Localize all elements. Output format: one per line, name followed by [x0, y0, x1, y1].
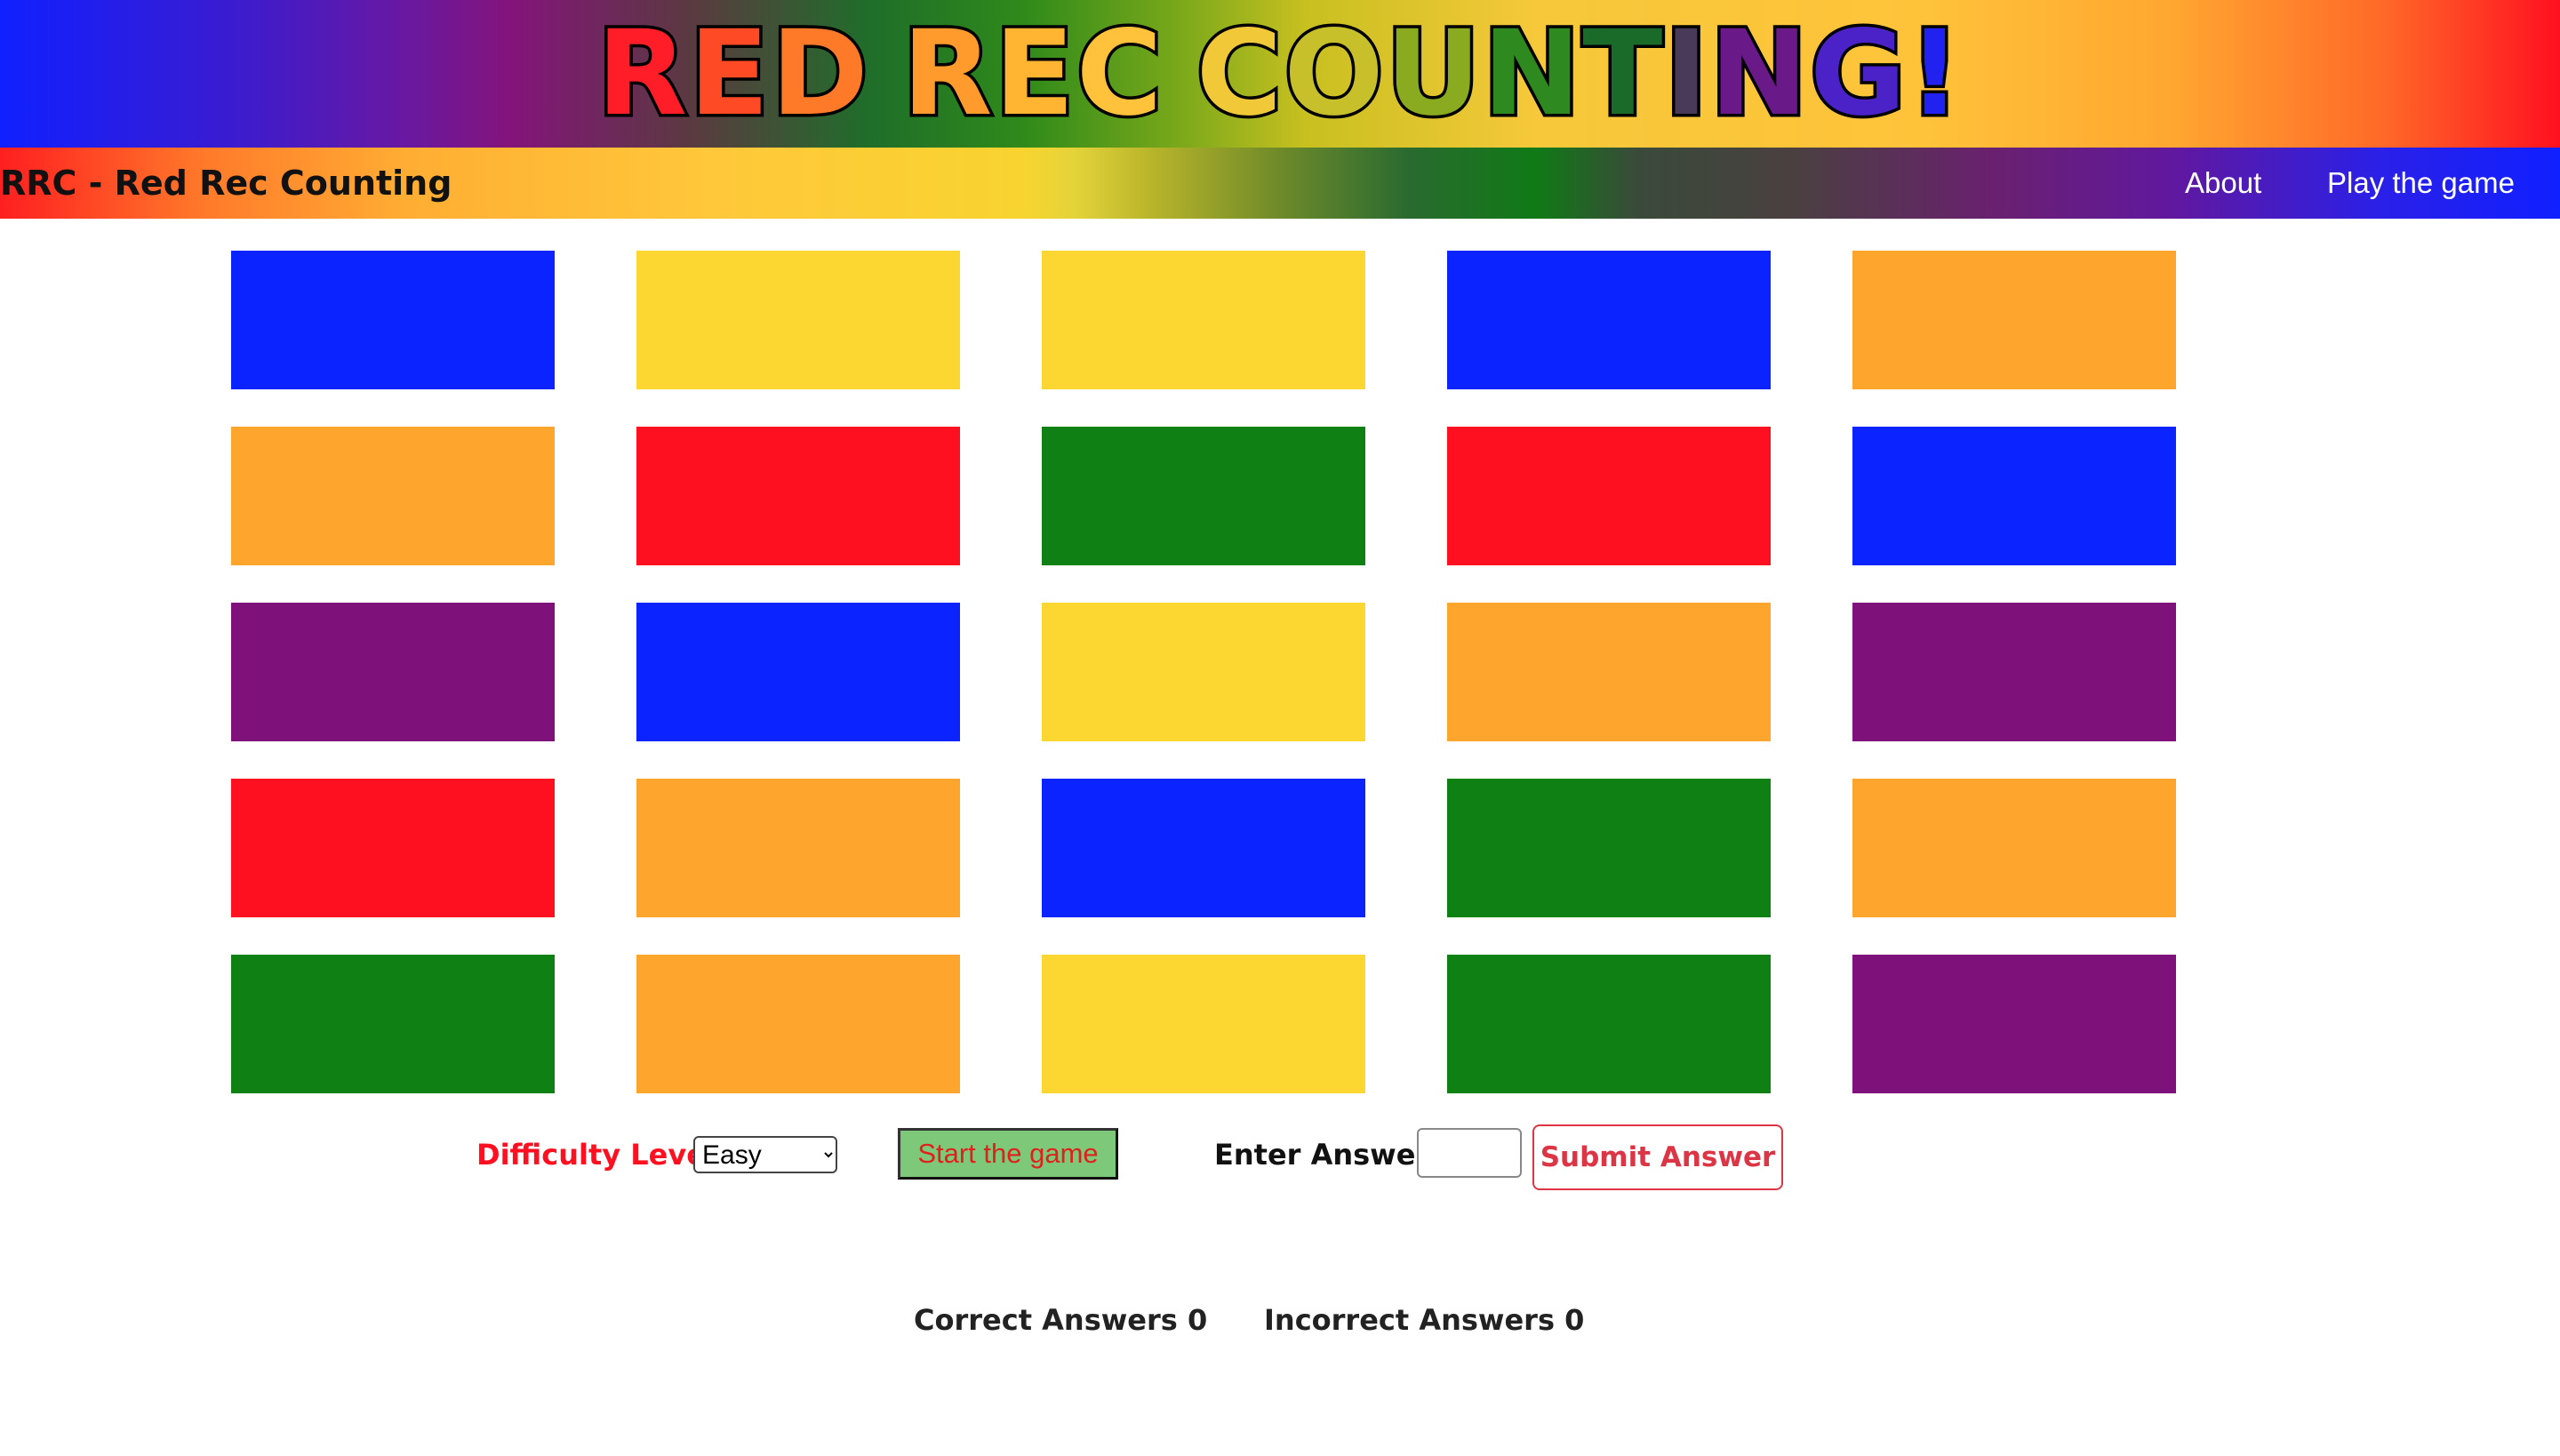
color-tile-blue — [1447, 251, 1771, 389]
color-tile-orange — [1447, 603, 1771, 741]
nav-link-about[interactable]: About — [2185, 148, 2261, 219]
color-tile-blue — [1042, 779, 1365, 917]
title-letter: T — [1580, 5, 1666, 142]
answer-input[interactable] — [1417, 1128, 1522, 1178]
title-letter: N — [1479, 5, 1584, 142]
title-letter: U — [1382, 5, 1484, 142]
color-tile-yellow — [636, 251, 960, 389]
color-tile-purple — [231, 603, 555, 741]
start-game-button[interactable]: Start the game — [898, 1128, 1118, 1180]
title-letter: R — [594, 5, 691, 142]
page-title: RED REC C O U N T I N G! — [0, 0, 2560, 148]
title-letter: ! — [1905, 5, 1964, 142]
color-tile-yellow — [1042, 603, 1365, 741]
title-letter: E — [991, 5, 1077, 142]
title-letter: C — [1193, 5, 1285, 142]
color-tile-grid — [231, 251, 2180, 1093]
color-tile-blue — [636, 603, 960, 741]
nav-link-play-the-game[interactable]: Play the game — [2327, 148, 2515, 219]
color-tile-green — [1042, 427, 1365, 565]
title-banner: RED REC C O U N T I N G! — [0, 0, 2560, 148]
color-tile-orange — [1852, 251, 2176, 389]
color-tile-green — [1447, 779, 1771, 917]
title-letter: O — [1281, 5, 1387, 142]
color-tile-green — [231, 955, 555, 1093]
color-tile-yellow — [1042, 955, 1365, 1093]
color-tile-red — [636, 427, 960, 565]
color-tile-orange — [1852, 779, 2176, 917]
color-tile-purple — [1852, 603, 2176, 741]
title-letter: I — [1661, 5, 1711, 142]
title-letter: C — [1073, 5, 1165, 142]
color-tile-blue — [231, 251, 555, 389]
color-tile-purple — [1852, 955, 2176, 1093]
difficulty-select[interactable]: Easy — [693, 1136, 837, 1173]
title-letter: R — [899, 5, 996, 142]
score-board: Correct Answers 0 Incorrect Answers 0 — [0, 1303, 2560, 1348]
color-tile-blue — [1852, 427, 2176, 565]
brand-link[interactable]: RRC - Red Rec Counting — [0, 148, 452, 219]
navbar: RRC - Red Rec Counting About Play the ga… — [0, 148, 2560, 219]
difficulty-label: Difficulty Level — [476, 1138, 716, 1172]
submit-answer-button[interactable]: Submit Answer — [1532, 1124, 1783, 1190]
color-tile-orange — [636, 955, 960, 1093]
title-letter: G — [1806, 5, 1908, 142]
game-controls: Difficulty Level Easy Start the game Ent… — [0, 1122, 2560, 1193]
answer-label: Enter Answer: — [1214, 1138, 1441, 1172]
color-tile-green — [1447, 955, 1771, 1093]
title-letter: E — [686, 5, 772, 142]
correct-answers-count: Correct Answers 0 — [914, 1303, 1208, 1337]
color-tile-yellow — [1042, 251, 1365, 389]
color-tile-orange — [636, 779, 960, 917]
incorrect-answers-count: Incorrect Answers 0 — [1264, 1303, 1585, 1337]
title-letter: D — [768, 5, 872, 142]
color-tile-orange — [231, 427, 555, 565]
title-letter: N — [1707, 5, 1812, 142]
color-tile-red — [1447, 427, 1771, 565]
color-tile-red — [231, 779, 555, 917]
